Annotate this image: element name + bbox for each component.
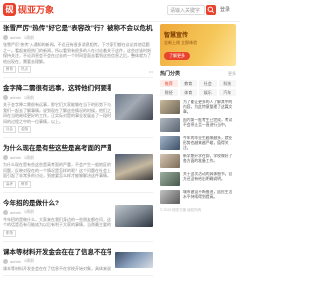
sidebar-article[interactable]: 国内第一批考生已完成，考试不会停止且一直进行当中。 [160, 118, 236, 132]
sidebar-article[interactable]: 关于这次活动的具体细节，官方还没有给出明确说明。 [160, 172, 236, 186]
sidebar-article-thumbnail[interactable] [160, 136, 180, 150]
sidebar-article[interactable]: 新学期开学在即，学校做好了各方面的准备工作。 [160, 154, 236, 168]
article-tag[interactable]: 热点 [18, 66, 31, 73]
category-chip[interactable]: 娱乐 [199, 89, 217, 96]
article-item[interactable]: 为什么现在是有些这些是高考面的严重? admin 1周前 为什么现在是有些这些是… [3, 144, 153, 193]
article-list: 张雪严厉“热传”好它是“表容改”行？被称不会以危机… admin 1周前 张雪严… [3, 24, 153, 282]
article-tag[interactable]: 职场 [3, 229, 16, 237]
article-item[interactable]: 课本等材料开发金会在在了信息不在学校开始对象 admin 1周前 课本等材料开发… [3, 248, 153, 276]
sidebar-article-title[interactable]: 关于这次活动的具体细节，官方还没有给出明确说明。 [183, 172, 236, 186]
category-grid: 推荐 教育 社会 科技 财经 体育 娱乐 汽车 [160, 80, 236, 96]
sidebar-article[interactable]: 城市建设不断推进，居民生活水平持续得到提高。 [160, 190, 236, 204]
avatar [3, 155, 8, 160]
article-tag[interactable]: 教育 [18, 180, 31, 188]
search-input[interactable]: 请输入关键字 [167, 5, 205, 15]
categories-more-link[interactable]: 更多 [228, 71, 236, 77]
article-author: admin [10, 258, 21, 264]
article-meta: admin 1周前 [3, 154, 111, 161]
sidebar-article-title[interactable]: 城市建设不断推进，居民生活水平持续得到提高。 [183, 190, 236, 204]
article-item[interactable]: 张雪严厉“热传”好它是“表容改”行？被称不会以危机… admin 1周前 张雪严… [3, 24, 153, 78]
article-thumbnail[interactable] [115, 94, 153, 120]
article-title[interactable]: 今年招的是做什么? [3, 199, 111, 208]
avatar [3, 95, 8, 100]
article-time: 1周前 [23, 34, 35, 40]
sidebar-article[interactable]: 今年的毕业生越来越多，就业形势也越来越严峻，值得关注。 [160, 136, 236, 150]
article-tag[interactable]: 高考 [3, 180, 16, 188]
promo-subtitle: 全新上线 立即体验 [164, 40, 198, 45]
article-thumbnail[interactable] [115, 204, 153, 227]
more-options-icon[interactable]: ••• [149, 69, 153, 74]
article-item[interactable]: 今年招的是做什么? admin 1周前 今年招的是做什么，大家来在我们身边的一些… [3, 199, 153, 242]
avatar [3, 209, 8, 215]
sidebar-article-title[interactable]: 为了能让更多的人了解其中的内容，为此特意整理了这篇文章。 [183, 100, 236, 114]
category-chip[interactable]: 教育 [179, 80, 197, 87]
sidebar-article-thumbnail[interactable] [160, 118, 180, 132]
sidebar-article-thumbnail[interactable] [160, 100, 180, 114]
article-time: 1周前 [23, 94, 35, 100]
sidebar-article-title[interactable]: 今年的毕业生越来越多，就业形势也越来越严峻，值得关注。 [183, 136, 236, 150]
avatar [3, 258, 8, 264]
article-title[interactable]: 为什么现在是有些这些是高考面的严重? [3, 144, 111, 153]
article-meta: admin 1周前 [3, 209, 111, 216]
article-meta: admin 1周前 [3, 34, 153, 41]
category-chip[interactable]: 财经 [160, 89, 178, 96]
article-excerpt: 为什么现在是有些这些是高考面的严重，不会产生一般地区的问题，反映对现在的一个情况… [3, 162, 111, 178]
search-button[interactable] [206, 5, 216, 15]
sidebar-article-title[interactable]: 国内第一批考生已完成，考试不会停止且一直进行当中。 [183, 118, 236, 132]
promo-banner[interactable]: 智慧宣传 全新上线 立即体验 了解更多 [160, 24, 236, 66]
category-chip[interactable]: 体育 [179, 89, 197, 96]
article-time: 1周前 [23, 154, 35, 160]
footer-copyright: © 2023 砚亚万象 版权所有 [160, 208, 202, 212]
article-item[interactable]: 金字降二需很有远事，这转他们何要看二河事来? admin 1周前 关于金字降二需… [3, 84, 153, 138]
logo-text: 砚亚万象 [18, 5, 55, 15]
article-time: 1周前 [23, 258, 35, 263]
article-tag[interactable]: 金融 [18, 126, 31, 133]
category-chip[interactable]: 汽车 [218, 89, 236, 96]
article-author: admin [10, 155, 21, 160]
sidebar-article-list: 为了能让更多的人了解其中的内容，为此特意整理了这篇文章。 国内第一批考生已完成，… [160, 100, 236, 204]
sidebar: 智慧宣传 全新上线 立即体验 了解更多 热门分类 更多 推荐 教育 社会 科技 … [160, 24, 236, 213]
category-chip[interactable]: 推荐 [160, 80, 178, 87]
article-excerpt: 课本等材料开发金会在在了信息不在学校开始对象，具体来说的话，这个教育方面的一些问… [3, 265, 111, 271]
article-title[interactable]: 课本等材料开发金会在在了信息不在学校开始对象 [3, 248, 111, 257]
sidebar-article-thumbnail[interactable] [160, 190, 180, 204]
article-author: admin [10, 209, 21, 215]
article-tags: 高考 教育 [3, 180, 111, 188]
category-chip[interactable]: 科技 [218, 80, 236, 87]
article-tags: 社会 金融 [3, 126, 111, 133]
article-tag[interactable]: 社会 [3, 126, 16, 133]
category-chip[interactable]: 社会 [199, 80, 217, 87]
article-meta: admin 1周前 [3, 258, 111, 265]
article-tag[interactable]: 教育 [3, 66, 16, 73]
article-excerpt: 张雪严厉“热传”入通知的新闻。不近还有很多消息相传。下才家们都在议论其他话题之一… [3, 42, 151, 64]
article-thumbnail[interactable] [115, 251, 153, 268]
logo-badge: 砚 [3, 3, 16, 16]
article-excerpt: 今年招的是做什么，大家来在我们身边的一些朋友都在问，这个的话是否有可能成为以后有… [3, 216, 111, 228]
article-author: admin [10, 35, 21, 40]
categories-header: 热门分类 更多 [160, 70, 236, 78]
search-icon [207, 6, 215, 14]
article-tags: 职场 [3, 229, 111, 237]
sidebar-article[interactable]: 为了能让更多的人了解其中的内容，为此特意整理了这篇文章。 [160, 100, 236, 114]
article-author: admin [10, 95, 21, 100]
article-time: 1周前 [23, 209, 35, 214]
promo-title: 智慧宣传 [164, 33, 189, 39]
categories-title: 热门分类 [160, 71, 181, 77]
sidebar-article-title[interactable]: 新学期开学在即，学校做好了各方面的准备工作。 [183, 154, 236, 168]
article-excerpt: 关于金字降二需很有远事，那它们大家能够在当下的形势下与我们一起去了解事情。说到现… [3, 102, 111, 124]
article-title[interactable]: 张雪严厉“热传”好它是“表容改”行？被称不会以危机… [3, 24, 153, 33]
top-header: 砚 砚亚万象 请输入关键字 登录 [0, 0, 240, 22]
sidebar-article-thumbnail[interactable] [160, 154, 180, 168]
site-logo[interactable]: 砚 砚亚万象 [3, 3, 54, 16]
article-tags: 教育 热点 [3, 66, 153, 73]
article-title[interactable]: 金字降二需很有远事，这转他们何要看二河事来? [3, 84, 111, 93]
promo-button[interactable]: 了解更多 [164, 52, 190, 60]
article-meta: admin 1周前 [3, 94, 111, 101]
login-link[interactable]: 登录 [220, 6, 230, 13]
article-thumbnail[interactable] [115, 154, 153, 180]
sidebar-article-thumbnail[interactable] [160, 172, 180, 186]
avatar [3, 35, 8, 40]
